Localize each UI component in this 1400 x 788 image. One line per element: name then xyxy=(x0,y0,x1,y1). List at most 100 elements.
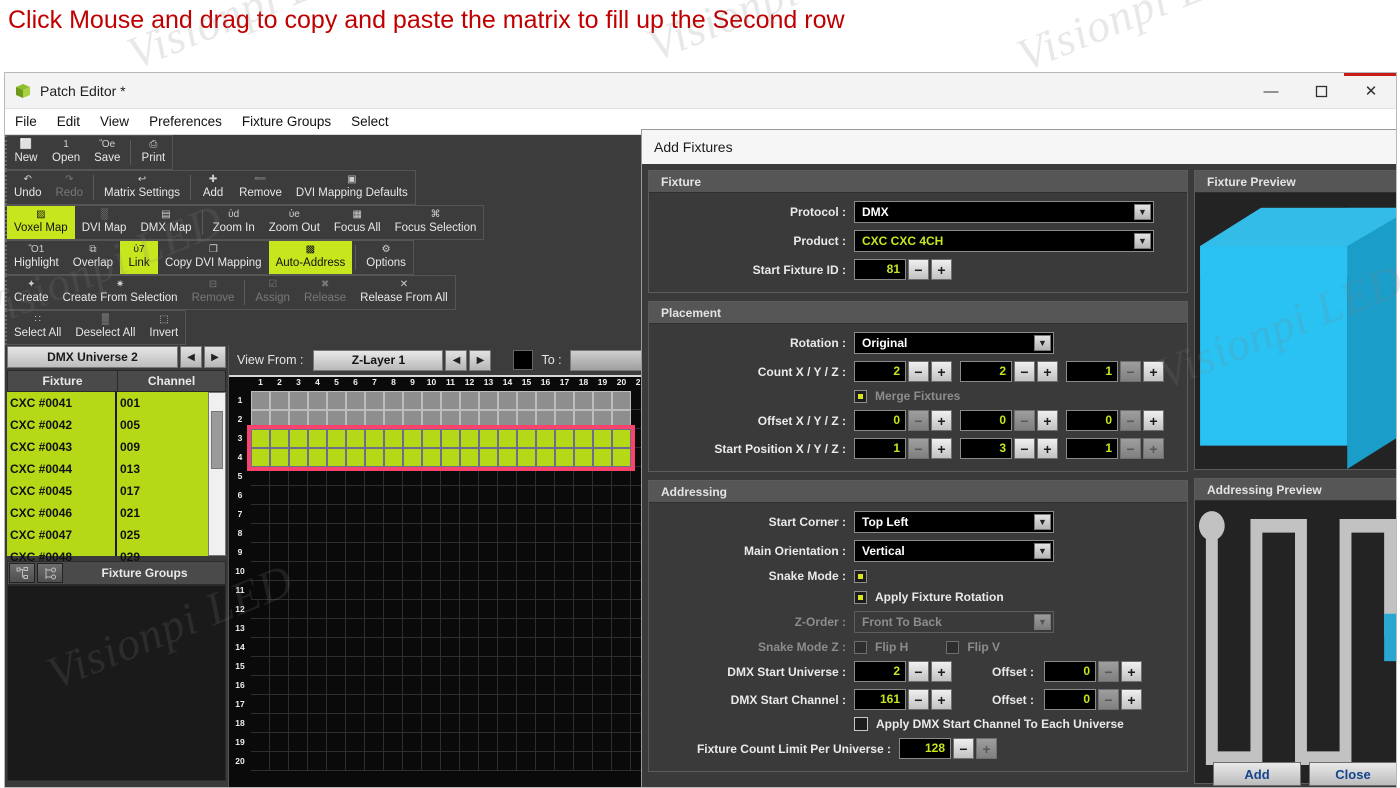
grid-cell[interactable] xyxy=(422,391,441,410)
grid-cell[interactable] xyxy=(346,429,365,448)
grid-cell[interactable] xyxy=(365,714,384,733)
grid-cell[interactable] xyxy=(612,733,631,752)
fixture-row[interactable]: CXC #0047 xyxy=(7,524,115,546)
grid-cell[interactable] xyxy=(574,429,593,448)
grid-cell[interactable] xyxy=(327,600,346,619)
dmx-start-universe-stepper[interactable]: 2 − + xyxy=(854,661,952,682)
grid-cell[interactable] xyxy=(403,619,422,638)
grid-cell[interactable] xyxy=(327,562,346,581)
grid-cells[interactable] xyxy=(251,391,650,771)
grid-cell[interactable] xyxy=(346,600,365,619)
grid-cell[interactable] xyxy=(251,524,270,543)
grid-cell[interactable] xyxy=(574,638,593,657)
grid-cell[interactable] xyxy=(498,467,517,486)
grid-cell[interactable] xyxy=(384,657,403,676)
grid-cell[interactable] xyxy=(612,752,631,771)
grid-cell[interactable] xyxy=(289,486,308,505)
grid-cell[interactable] xyxy=(460,505,479,524)
grid-cell[interactable] xyxy=(498,619,517,638)
grid-cell[interactable] xyxy=(498,657,517,676)
grid-cell[interactable] xyxy=(574,391,593,410)
ribbon-button-remove[interactable]: ➖ Remove xyxy=(232,171,289,204)
fixture-row[interactable]: CXC #0043 xyxy=(7,436,115,458)
grid-cell[interactable] xyxy=(327,619,346,638)
grid-cell[interactable] xyxy=(251,657,270,676)
start-pos-y-input[interactable]: 3 xyxy=(960,438,1012,459)
grid-cell[interactable] xyxy=(441,657,460,676)
grid-cell[interactable] xyxy=(593,714,612,733)
grid-cell[interactable] xyxy=(403,752,422,771)
fixture-row[interactable]: CXC #0048 xyxy=(7,546,115,568)
universe-prev-icon[interactable]: ◀ xyxy=(180,346,202,368)
grid-cell[interactable] xyxy=(403,524,422,543)
grid-cell[interactable] xyxy=(612,391,631,410)
grid-cell[interactable] xyxy=(422,505,441,524)
grid-cell[interactable] xyxy=(517,467,536,486)
grid-cell[interactable] xyxy=(422,562,441,581)
minus-icon[interactable]: − xyxy=(908,361,929,382)
grid-cell[interactable] xyxy=(555,638,574,657)
grid-cell[interactable] xyxy=(384,467,403,486)
grid-cell[interactable] xyxy=(270,619,289,638)
grid-cell[interactable] xyxy=(251,619,270,638)
plus-icon[interactable]: + xyxy=(931,438,952,459)
grid-cell[interactable] xyxy=(384,733,403,752)
grid-cell[interactable] xyxy=(346,676,365,695)
channel-row[interactable]: 013 xyxy=(117,458,208,480)
channel-offset-stepper[interactable]: 0 − + xyxy=(1044,689,1142,710)
grid-cell[interactable] xyxy=(403,733,422,752)
grid-cell[interactable] xyxy=(517,657,536,676)
grid-cell[interactable] xyxy=(593,486,612,505)
grid-cell[interactable] xyxy=(251,695,270,714)
grid-cell[interactable] xyxy=(384,600,403,619)
channel-row[interactable]: 025 xyxy=(117,524,208,546)
grid-cell[interactable] xyxy=(289,638,308,657)
grid-cell[interactable] xyxy=(536,524,555,543)
grid-cell[interactable] xyxy=(251,733,270,752)
count-x-stepper[interactable]: 2 − + xyxy=(854,361,952,382)
grid-cell[interactable] xyxy=(289,714,308,733)
grid-cell[interactable] xyxy=(365,695,384,714)
start-pos-y-stepper[interactable]: 3 − + xyxy=(960,438,1058,459)
grid-cell[interactable] xyxy=(517,581,536,600)
grid-cell[interactable] xyxy=(593,410,612,429)
grid-cell[interactable] xyxy=(251,543,270,562)
close-button[interactable]: Close xyxy=(1309,762,1397,786)
grid-cell[interactable] xyxy=(441,733,460,752)
minus-icon[interactable]: − xyxy=(953,738,974,759)
fixture-column[interactable]: CXC #0041 CXC #0042 CXC #0043 CXC #0044 CXC … xyxy=(7,392,117,556)
grid-cell[interactable] xyxy=(517,505,536,524)
grid-cell[interactable] xyxy=(441,543,460,562)
grid-cell[interactable] xyxy=(365,410,384,429)
grid-cell[interactable] xyxy=(593,467,612,486)
grid-cell[interactable] xyxy=(555,600,574,619)
grid-cell[interactable] xyxy=(498,448,517,467)
grid-cell[interactable] xyxy=(460,391,479,410)
grid-cell[interactable] xyxy=(460,486,479,505)
ribbon-button-select-all[interactable]: ∷ Select All xyxy=(7,311,68,344)
grid-cell[interactable] xyxy=(270,752,289,771)
grid-cell[interactable] xyxy=(479,391,498,410)
minimize-button[interactable]: — xyxy=(1246,73,1296,109)
product-select[interactable]: CXC CXC 4CH ▼ xyxy=(854,230,1154,252)
grid-cell[interactable] xyxy=(365,391,384,410)
grid-cell[interactable] xyxy=(574,752,593,771)
grid-cell[interactable] xyxy=(555,657,574,676)
grid-cell[interactable] xyxy=(251,638,270,657)
grid-cell[interactable] xyxy=(308,505,327,524)
grid-cell[interactable] xyxy=(327,657,346,676)
grid-cell[interactable] xyxy=(289,429,308,448)
grid-cell[interactable] xyxy=(289,657,308,676)
grid-cell[interactable] xyxy=(422,714,441,733)
plus-icon[interactable]: + xyxy=(1121,689,1142,710)
grid-cell[interactable] xyxy=(460,581,479,600)
grid-cell[interactable] xyxy=(460,543,479,562)
grid-cell[interactable] xyxy=(555,714,574,733)
dmx-start-channel-stepper[interactable]: 161 − + xyxy=(854,689,952,710)
grid-cell[interactable] xyxy=(270,714,289,733)
grid-cell[interactable] xyxy=(479,505,498,524)
grid-cell[interactable] xyxy=(365,429,384,448)
grid-cell[interactable] xyxy=(289,448,308,467)
grid-cell[interactable] xyxy=(384,562,403,581)
grid-cell[interactable] xyxy=(289,695,308,714)
